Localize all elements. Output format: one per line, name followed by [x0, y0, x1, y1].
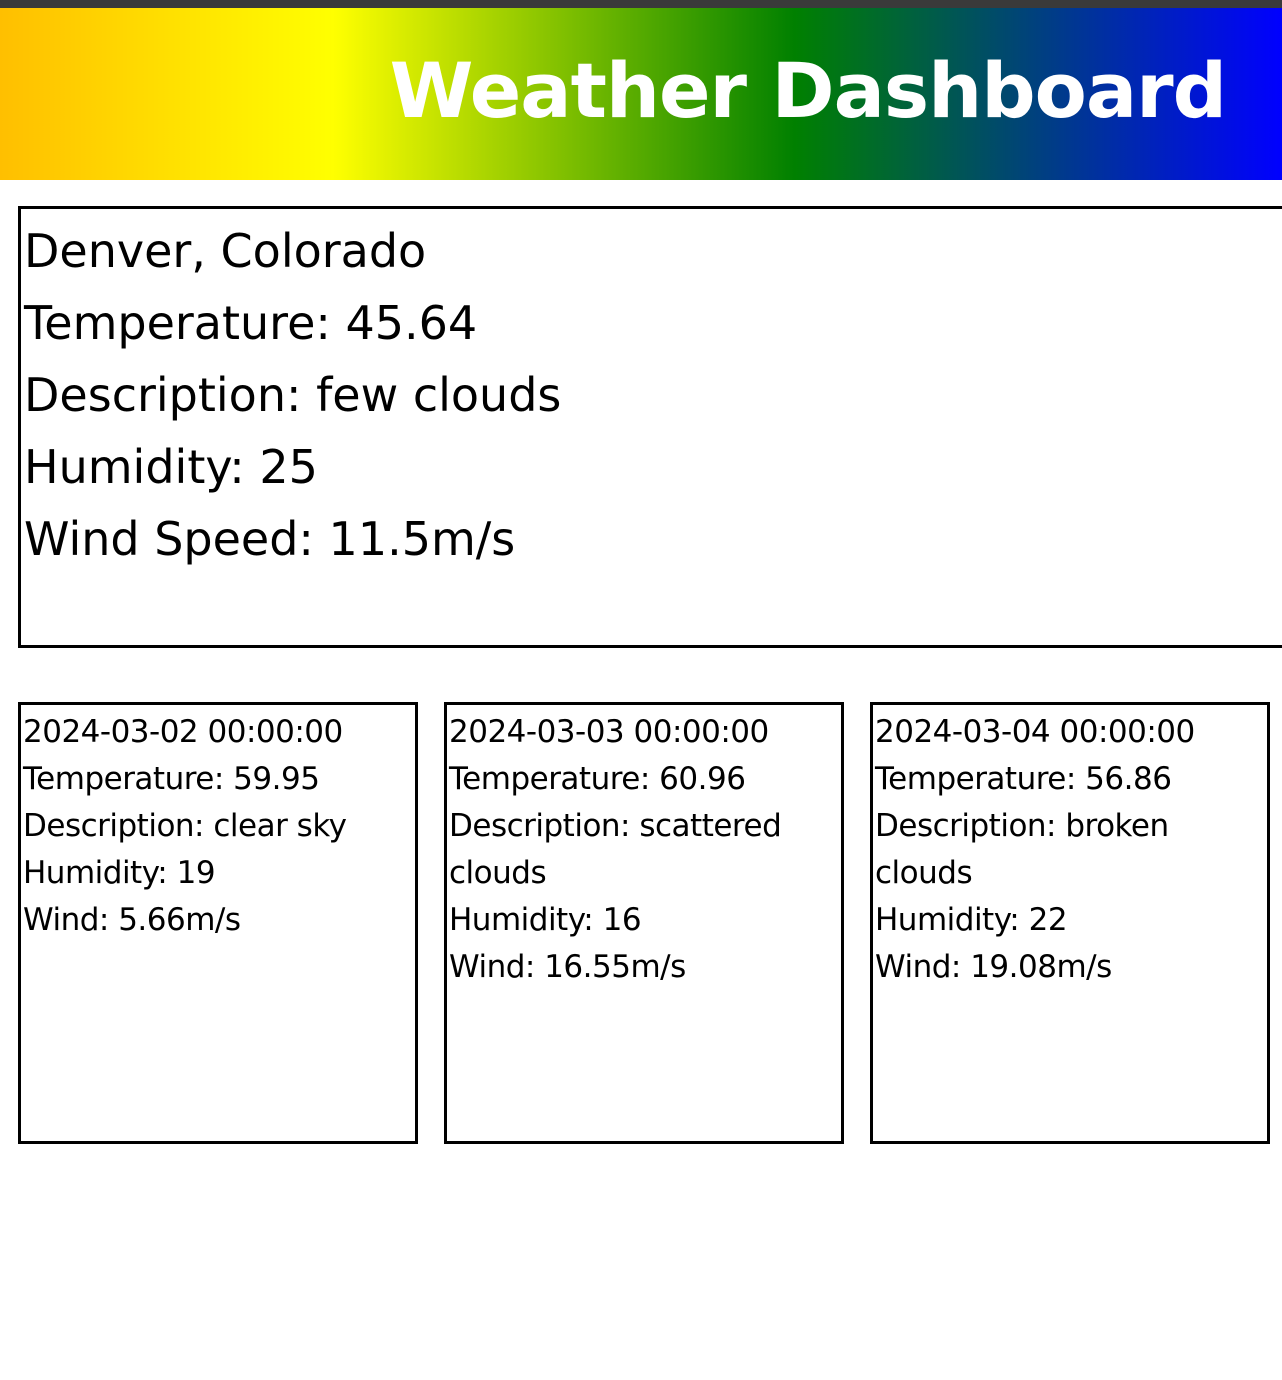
current-location: Denver, Colorado: [24, 224, 427, 278]
forecast-wind: Wind: 5.66m/s: [23, 902, 241, 938]
forecast-temperature: Temperature: 59.95: [23, 761, 320, 797]
current-temperature: Temperature: 45.64: [24, 296, 478, 350]
forecast-humidity: Humidity: 16: [449, 902, 642, 938]
forecast-wind: Wind: 19.08m/s: [875, 949, 1112, 985]
current-weather-card: Denver, Colorado Temperature: 45.64 Desc…: [18, 206, 1282, 648]
forecast-humidity: Humidity: 19: [23, 855, 216, 891]
forecast-temperature: Temperature: 56.86: [875, 761, 1172, 797]
current-wind-speed: Wind Speed: 11.5m/s: [24, 512, 516, 566]
forecast-description: Description: broken clouds: [875, 808, 1169, 891]
dashboard-header: Weather Dashboard: [0, 8, 1282, 180]
forecast-description: Description: scattered clouds: [449, 808, 782, 891]
forecast-datetime: 2024-03-02 00:00:00: [23, 714, 343, 750]
forecast-temperature: Temperature: 60.96: [449, 761, 746, 797]
forecast-wind: Wind: 16.55m/s: [449, 949, 686, 985]
page-title: Weather Dashboard: [389, 46, 1227, 135]
forecast-datetime: 2024-03-03 00:00:00: [449, 714, 769, 750]
forecast-card-day-3: 2024-03-04 00:00:00 Temperature: 56.86 D…: [870, 702, 1270, 1144]
forecast-humidity: Humidity: 22: [875, 902, 1068, 938]
forecast-card-day-1: 2024-03-02 00:00:00 Temperature: 59.95 D…: [18, 702, 418, 1144]
forecast-card-day-2: 2024-03-03 00:00:00 Temperature: 60.96 D…: [444, 702, 844, 1144]
forecast-datetime: 2024-03-04 00:00:00: [875, 714, 1195, 750]
forecast-description: Description: clear sky: [23, 808, 347, 844]
current-humidity: Humidity: 25: [24, 440, 318, 494]
current-description: Description: few clouds: [24, 368, 562, 422]
window-top-strip: [0, 0, 1282, 8]
